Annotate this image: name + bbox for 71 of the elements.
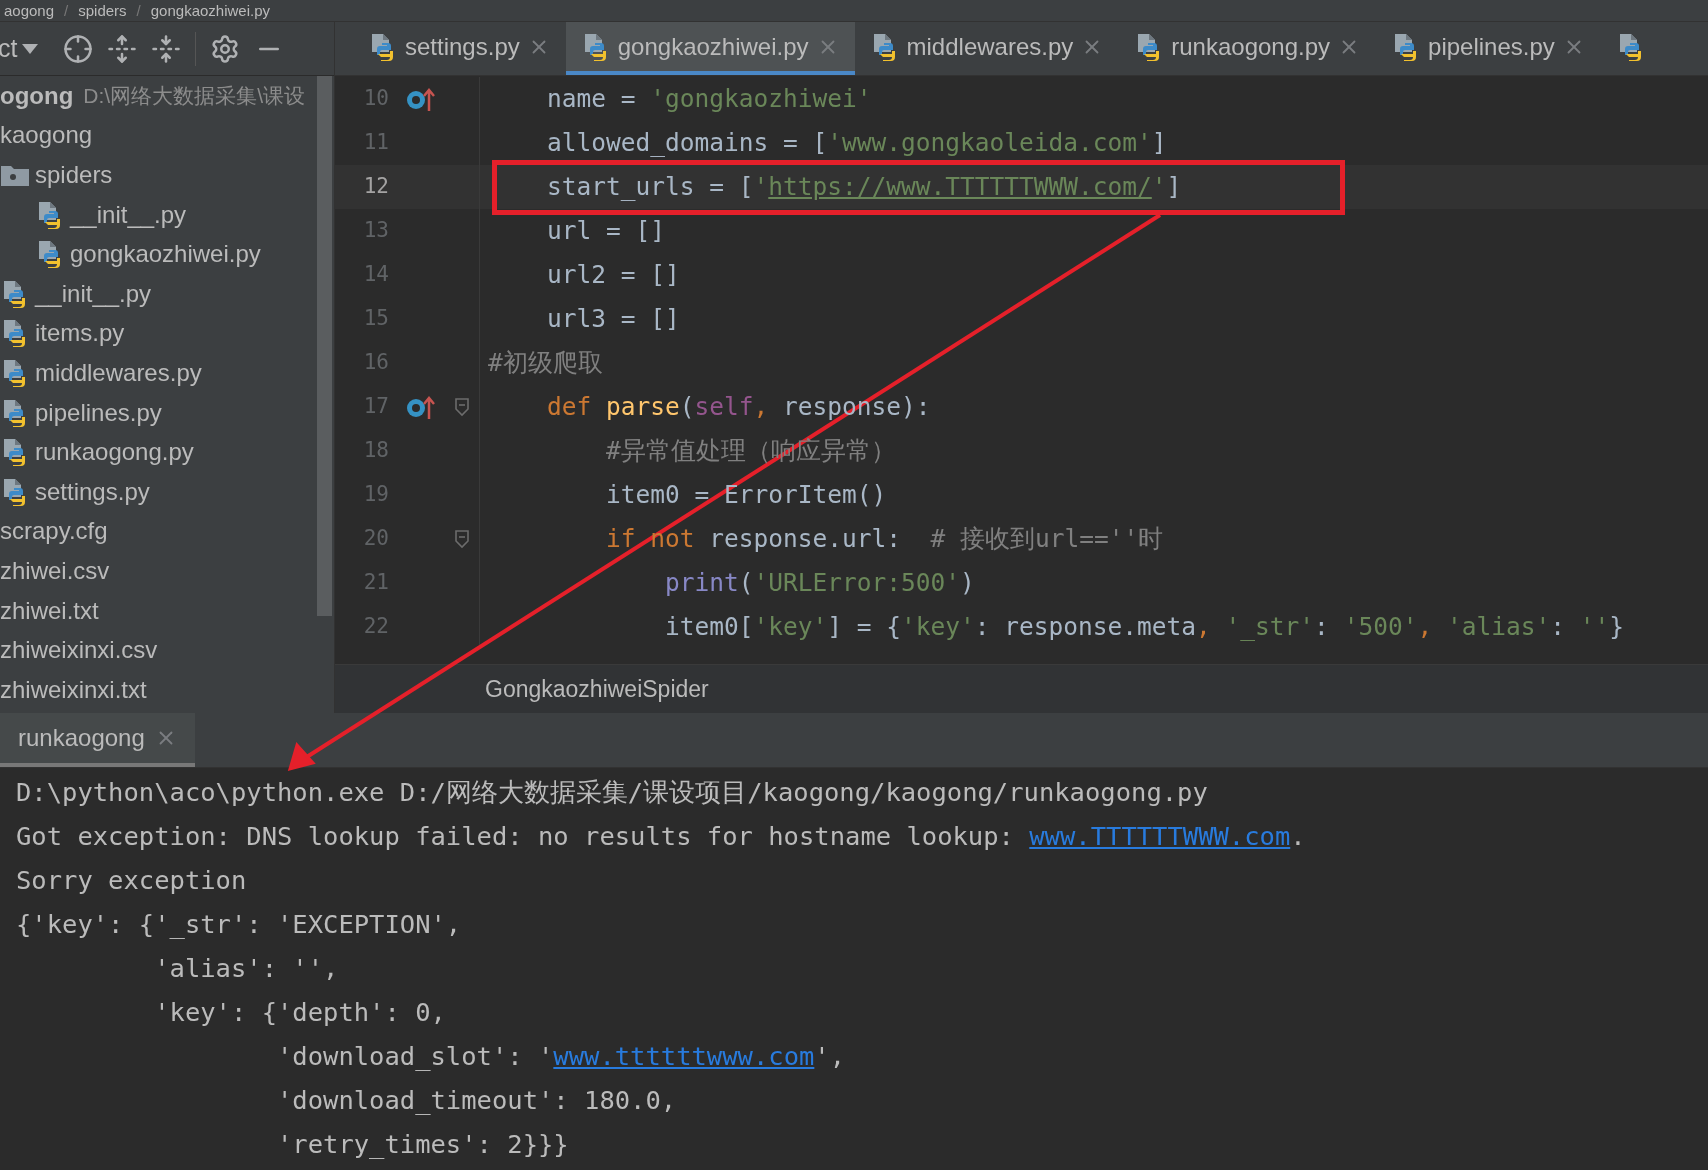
scrollbar-thumb[interactable] (317, 76, 332, 616)
tree-item[interactable]: zhiwei.txt (0, 590, 315, 631)
tree-item[interactable]: pipelines.py (0, 392, 315, 433)
breadcrumb-item[interactable]: spiders (78, 2, 127, 19)
tree-item[interactable]: kaogong (0, 115, 315, 156)
line-number: 13 (362, 219, 390, 243)
console-line: 'key': {'depth': 0, (153, 995, 447, 1029)
tree-item[interactable]: scrapy.cfg (0, 511, 315, 552)
code-line: item0['key'] = {'key': response.meta, '_str': '500', 'alias': ''} (664, 613, 1624, 641)
tree-item[interactable]: settings.py (0, 471, 315, 512)
expand-all-icon[interactable] (107, 33, 138, 64)
line-number: 20 (362, 527, 390, 551)
code-line: url2 = [] (546, 261, 680, 289)
editor-tab[interactable]: runkaogong.py (1119, 22, 1377, 75)
settings-icon[interactable] (210, 33, 241, 64)
line-number: 18 (362, 439, 390, 463)
console-line: 'retry_times': 2}}} (276, 1127, 570, 1161)
breadcrumb-separator: / (64, 2, 69, 19)
code-line: #初级爬取 (487, 349, 603, 377)
line-number: 21 (362, 571, 390, 595)
console-line: Got exception: DNS lookup failed: no results for hostname lookup: www.TTTTTTWWW.com. (16, 819, 1307, 853)
collapse-all-icon[interactable] (151, 33, 182, 64)
editor-tab[interactable]: pipelines.py (1376, 22, 1601, 75)
breadcrumb-item[interactable]: gongkaozhiwei.py (150, 2, 270, 19)
tree-item[interactable]: zhiweixinxi.csv (0, 630, 315, 670)
line-number: 14 (362, 263, 390, 287)
editor-tab[interactable]: middlewares.py (854, 22, 1120, 75)
tree-item[interactable]: __init__.py (0, 273, 315, 314)
console-line: 'download_slot': 'www.ttttttwww.com', (276, 1039, 847, 1073)
line-number: 19 (362, 483, 390, 507)
tree-item[interactable]: spiders (0, 155, 315, 195)
tree-item[interactable]: __init__.py (0, 194, 315, 235)
breadcrumb-item[interactable]: aogong (4, 2, 55, 19)
caret-icon[interactable] (21, 42, 40, 55)
tree-item[interactable]: middlewares.py (0, 353, 315, 393)
tree-item[interactable]: gongkaozhiwei.py (0, 234, 315, 274)
console-link[interactable]: www.TTTTTTWWW.com (1029, 821, 1291, 850)
line-number: 12 (362, 175, 390, 199)
code-line: if not response.url: # 接收到url==''时 (605, 525, 1164, 553)
console-line: 'download_timeout': 180.0, (276, 1083, 678, 1117)
code-line: url3 = [] (546, 305, 680, 333)
line-number: 22 (362, 615, 390, 639)
tree-item[interactable]: ogong D:\网络大数据采集\课设 (0, 76, 315, 116)
fold-icon[interactable] (454, 397, 470, 417)
code-line: allowed_domains = ['www.gongkaoleida.com'] (546, 129, 1167, 157)
console-line: Sorry exception (16, 863, 248, 897)
tree-item[interactable]: items.py (0, 313, 315, 354)
line-number: 10 (362, 87, 390, 111)
structure-breadcrumb[interactable]: GongkaozhiweiSpider (485, 675, 709, 703)
console-line: {'key': {'_str': 'EXCEPTION', (16, 907, 463, 941)
console-link[interactable]: www.ttttttwww.com (553, 1041, 815, 1070)
breadcrumb-separator: / (136, 2, 141, 19)
tree-item[interactable]: zhiwei.csv (0, 551, 315, 591)
line-number: 16 (362, 351, 390, 375)
code-line: name = 'gongkaozhiwei' (546, 85, 872, 113)
editor-tab[interactable]: settings.py (353, 22, 566, 75)
tree-item[interactable]: zhiweixinxi.txt (0, 669, 315, 710)
fold-icon[interactable] (454, 529, 470, 549)
code-line: item0 = ErrorItem() (605, 481, 887, 509)
line-number: 17 (362, 395, 390, 419)
tree-item[interactable]: runkaogong.py (0, 432, 315, 472)
editor-tab[interactable]: gongkaozhiwei.py (565, 22, 855, 75)
locate-icon[interactable] (63, 33, 94, 64)
line-number: 15 (362, 307, 390, 331)
run-tab[interactable]: runkaogong (0, 713, 195, 767)
console-line: D:\python\aco\python.exe D:/网络大数据采集/课设项目/kaogong/kaogong/runkaogong.py (16, 775, 1209, 809)
console-line: 'alias': '', (153, 951, 340, 985)
code-line: print('URLError:500') (664, 569, 975, 597)
line-number: 11 (362, 131, 390, 155)
code-line: url = [] (546, 217, 665, 245)
code-line: start_urls = ['https://www.TTTTTTWWW.com/'] (546, 173, 1182, 201)
